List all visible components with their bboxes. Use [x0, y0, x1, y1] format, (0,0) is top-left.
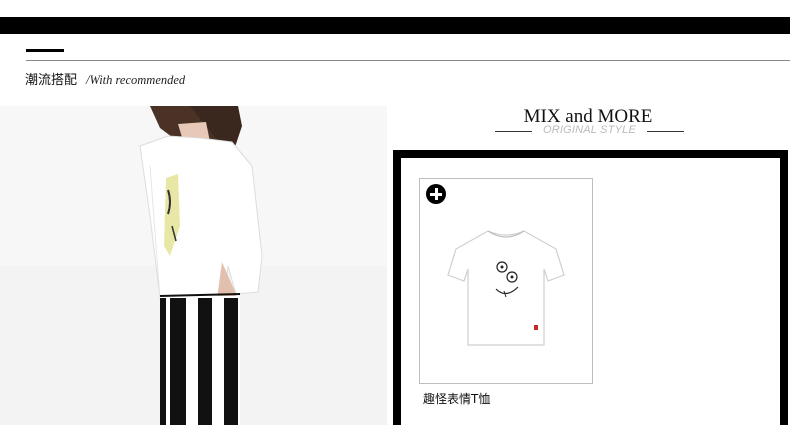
mix-subtitle-row: ORIGINAL STYLE	[495, 124, 684, 140]
subtitle-line-left	[495, 131, 532, 132]
section-title-cn: 潮流搭配	[25, 73, 78, 88]
section-title-en: /With recommended	[86, 73, 186, 87]
section-title: 潮流搭配 /With recommended	[25, 69, 186, 88]
product-name[interactable]: 趣怪表情T恤	[423, 390, 490, 407]
subtitle-line-right	[647, 131, 684, 132]
product-image[interactable]	[444, 225, 568, 355]
plus-circle-icon[interactable]	[426, 184, 446, 204]
section-accent-line	[26, 49, 64, 52]
top-black-bar	[0, 17, 790, 34]
model-photo	[0, 106, 387, 425]
section-divider	[26, 60, 790, 61]
mix-subtitle: ORIGINAL STYLE	[542, 124, 637, 136]
